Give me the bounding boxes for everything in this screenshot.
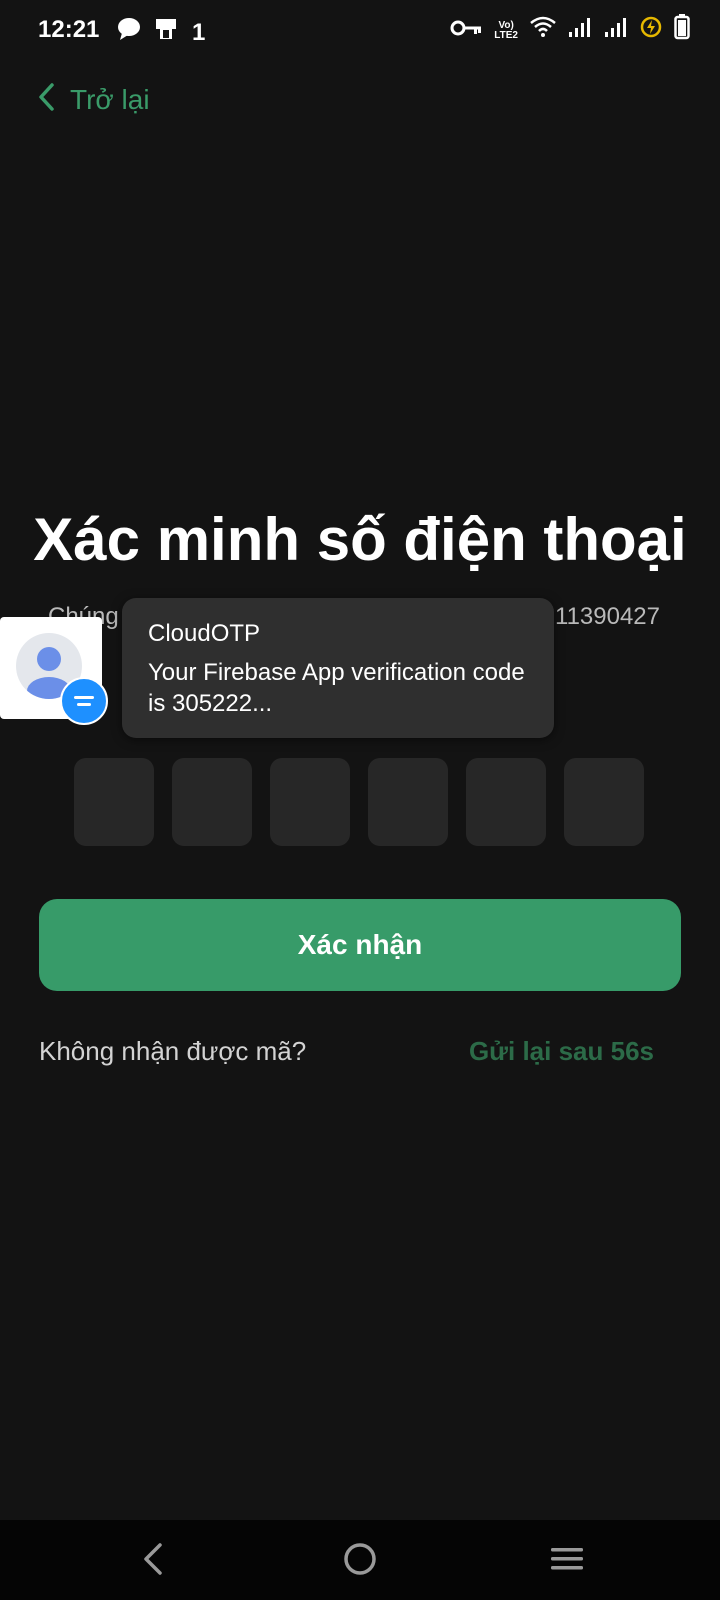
chat-bubble-avatar[interactable] [0, 617, 108, 725]
notification-app-name: CloudOTP [148, 620, 261, 647]
data-indicator: 1 [192, 19, 206, 46]
status-left-icons: 1 [116, 16, 205, 50]
signal-icon [604, 16, 628, 46]
notification-app-icon [154, 16, 180, 50]
status-bar: 12:21 1 Vo) LTE2 [0, 0, 720, 60]
message-icon [116, 17, 142, 49]
signal-icon [568, 16, 592, 46]
vpn-key-icon [450, 17, 482, 45]
data-transfer-icon: 1 [192, 19, 205, 47]
navigation-bar [0, 1520, 720, 1600]
wifi-icon [530, 16, 556, 46]
home-circle-icon [342, 1541, 378, 1582]
no-code-label: Không nhận được mã? [39, 1036, 307, 1066]
chevron-left-icon [36, 82, 58, 117]
nav-home-button[interactable] [335, 1536, 385, 1586]
battery-icon [674, 14, 690, 48]
confirm-button[interactable]: Xác nhận [39, 899, 681, 991]
otp-input-row [74, 758, 644, 846]
otp-digit-6[interactable] [564, 758, 644, 846]
battery-saver-icon [640, 16, 662, 46]
back-triangle-icon [140, 1542, 166, 1581]
notification-popup[interactable]: CloudOTP Your Firebase App verification … [122, 598, 554, 738]
otp-digit-5[interactable] [466, 758, 546, 846]
subtitle-phone-number: 11390427 [555, 603, 660, 630]
otp-digit-3[interactable] [270, 758, 350, 846]
page-title: Xác minh số điện thoại [33, 506, 687, 573]
back-label: Trở lại [70, 83, 150, 115]
back-button[interactable]: Trở lại [36, 82, 150, 117]
status-time: 12:21 [38, 16, 100, 43]
nav-menu-button[interactable] [542, 1536, 592, 1586]
confirm-label: Xác nhận [297, 929, 423, 960]
status-right-icons: Vo) LTE2 [450, 14, 690, 48]
nav-back-button[interactable] [128, 1536, 178, 1586]
volte-icon: Vo) LTE2 [494, 20, 518, 41]
notification-message: Your Firebase App verification code is 3… [148, 659, 525, 717]
menu-icon [549, 1544, 585, 1579]
resend-link[interactable]: Gửi lại sau 56s [469, 1036, 654, 1067]
message-badge-icon [60, 677, 108, 725]
otp-digit-4[interactable] [368, 758, 448, 846]
otp-digit-1[interactable] [74, 758, 154, 846]
otp-digit-2[interactable] [172, 758, 252, 846]
